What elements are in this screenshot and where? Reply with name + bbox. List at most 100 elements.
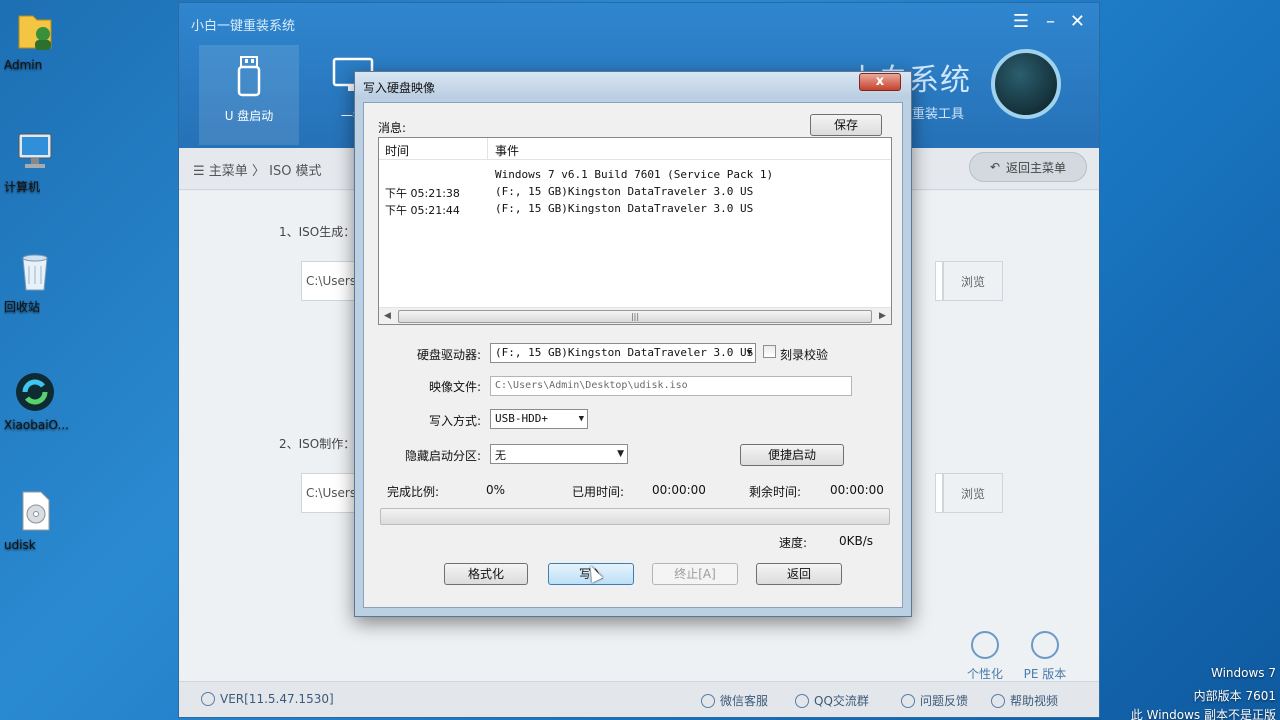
tab-usb-boot[interactable]: U 盘启动 [199, 45, 299, 145]
breadcrumb-separator: 〉 [251, 164, 265, 179]
speed-value: 0KB/s [839, 534, 874, 548]
desktop-icon-recycle-bin[interactable]: 回收站 [4, 248, 66, 314]
breadcrumb-current: ISO 模式 [269, 164, 322, 179]
desktop-icon-udisk[interactable]: udisk [4, 488, 66, 552]
abort-button[interactable]: 终止[A] [652, 563, 738, 585]
hidden-partition-select[interactable]: 无 ▼ [490, 444, 628, 464]
image-file-field[interactable]: C:\Users\Admin\Desktop\udisk.iso [490, 376, 852, 396]
drive-select[interactable]: (F:, 15 GB)Kingston DataTraveler 3.0 US … [490, 343, 756, 363]
breadcrumb: ☰ 主菜单 〉 ISO 模式 [193, 160, 322, 179]
dropdown-arrow-icon: ▼ [617, 449, 624, 459]
iso-make-label: 2、ISO制作： [279, 437, 356, 451]
message-log[interactable]: 时间 事件 Windows 7 v6.1 Build 7601 (Service… [378, 137, 892, 325]
back-button-label: 返回主菜单 [1006, 160, 1067, 175]
elapsed-value: 00:00:00 [652, 483, 706, 497]
iso-make-field-end [935, 473, 943, 513]
iso-generate-path-field[interactable]: C:\Users [301, 261, 357, 301]
hidden-partition-value: 无 [495, 449, 506, 462]
info-icon [201, 692, 215, 706]
browse-button-2[interactable]: 浏览 [943, 473, 1003, 513]
recycle-bin-icon [13, 248, 57, 294]
log-row: 下午 05:21:44 (F:, 15 GB)Kingston DataTrav… [379, 200, 891, 217]
breadcrumb-home[interactable]: 主菜单 [209, 164, 248, 179]
app-logo [991, 49, 1061, 119]
write-mode-select[interactable]: USB-HDD+ ▼ [490, 409, 588, 429]
log-col-event[interactable]: 事件 [495, 142, 519, 159]
pe-version-button[interactable]: PE 版本 [1015, 631, 1075, 682]
desktop-icon-label: 计算机 [4, 180, 41, 194]
browse-button-1[interactable]: 浏览 [943, 261, 1003, 301]
write-disk-image-dialog: 写入硬盘映像 x 消息: 保存 时间 事件 Windows 7 v6.1 Bui… [354, 71, 912, 617]
speed-label: 速度: [779, 536, 808, 550]
messages-label: 消息: [378, 121, 407, 135]
remaining-label: 剩余时间: [749, 485, 802, 499]
minimize-icon[interactable]: – [1046, 11, 1055, 32]
log-col-time[interactable]: 时间 [385, 142, 409, 159]
personalize-button[interactable]: 个性化 [955, 631, 1015, 682]
help-icon [991, 693, 1005, 708]
desktop-icon-xiaobai[interactable]: XiaobaiO... [4, 368, 69, 432]
footer-item-label: QQ交流群 [814, 694, 869, 708]
scroll-right-icon[interactable]: ▶ [874, 308, 891, 325]
save-button[interactable]: 保存 [810, 114, 882, 136]
log-time: 下午 05:21:38 [385, 187, 460, 200]
drive-select-value: (F:, 15 GB)Kingston DataTraveler 3.0 US [495, 346, 754, 359]
chat-bubble-icon [901, 693, 915, 708]
quick-boot-button[interactable]: 便捷启动 [740, 444, 844, 466]
app-footer: VER[11.5.47.1530] 微信客服 QQ交流群 问题反馈 帮助视频 [179, 681, 1099, 717]
wechat-support-link[interactable]: 微信客服 [701, 692, 768, 709]
back-to-main-menu-button[interactable]: ↶ 返回主菜单 [969, 152, 1087, 182]
pe-version-label: PE 版本 [1023, 667, 1067, 681]
disc-image-file-icon [13, 488, 57, 534]
log-header: 时间 事件 [379, 138, 891, 160]
desktop-icon-label: XiaobaiO... [4, 418, 69, 432]
drive-label: 硬盘驱动器: [417, 348, 482, 362]
dialog-body: 消息: 保存 时间 事件 Windows 7 v6.1 Build 7601 (… [363, 102, 903, 608]
log-row: 下午 05:21:38 (F:, 15 GB)Kingston DataTrav… [379, 183, 891, 200]
log-column-divider[interactable] [487, 138, 488, 160]
write-mode-value: USB-HDD+ [495, 412, 548, 425]
dialog-title: 写入硬盘映像 [363, 81, 436, 95]
return-button[interactable]: 返回 [756, 563, 842, 585]
desktop-icon-label: udisk [4, 538, 36, 552]
log-time: 下午 05:21:44 [385, 204, 460, 217]
write-progress-bar [380, 508, 890, 525]
qq-group-link[interactable]: QQ交流群 [795, 692, 869, 709]
feedback-link[interactable]: 问题反馈 [901, 692, 968, 709]
help-video-link[interactable]: 帮助视频 [991, 692, 1058, 709]
scroll-left-icon[interactable]: ◀ [379, 308, 396, 325]
wechat-icon [701, 693, 715, 708]
footer-item-label: 问题反馈 [920, 694, 969, 708]
iso-make-path-field[interactable]: C:\Users [301, 473, 357, 513]
verify-checkbox[interactable] [763, 345, 776, 358]
app-title: 小白一键重装系统 [191, 18, 296, 33]
footer-item-label: 帮助视频 [1010, 694, 1059, 708]
version-text: VER[11.5.47.1530] [220, 692, 334, 706]
hidden-partition-label: 隐藏启动分区: [405, 449, 482, 463]
dropdown-arrow-icon: ▼ [578, 414, 584, 424]
windows-version-line: Windows 7 [1210, 666, 1276, 680]
undo-arrow-icon: ↶ [989, 160, 1001, 174]
scrollbar-thumb[interactable]: ||| [398, 310, 872, 323]
personalize-label: 个性化 [966, 667, 1003, 681]
desktop-icon-computer[interactable]: 计算机 [4, 128, 66, 194]
progress-value: 0% [486, 483, 506, 497]
dropdown-arrow-icon: ▼ [746, 348, 752, 358]
iso-generate-label: 1、ISO生成： [279, 225, 356, 239]
windows-build-line: 内部版本 7601 [1193, 689, 1276, 703]
close-icon[interactable]: ✕ [1070, 11, 1085, 32]
image-file-label: 映像文件: [429, 380, 482, 394]
menu-icon[interactable]: ☰ [1013, 11, 1029, 32]
log-horizontal-scrollbar[interactable]: ◀ ||| ▶ [379, 307, 891, 324]
iso-generate-field-end [935, 261, 943, 301]
elapsed-label: 已用时间: [572, 485, 625, 499]
log-event: (F:, 15 GB)Kingston DataTraveler 3.0 US [495, 185, 754, 198]
format-button[interactable]: 格式化 [444, 563, 528, 585]
desktop-icon-admin[interactable]: Admin [4, 8, 66, 72]
xiaobai-logo-icon [13, 368, 57, 414]
star-icon [971, 631, 999, 659]
list-icon: ☰ [193, 164, 209, 179]
dialog-titlebar[interactable]: 写入硬盘映像 x [355, 72, 911, 99]
verify-label[interactable]: 刻录校验 [780, 346, 828, 363]
dialog-close-button[interactable]: x [859, 73, 901, 91]
